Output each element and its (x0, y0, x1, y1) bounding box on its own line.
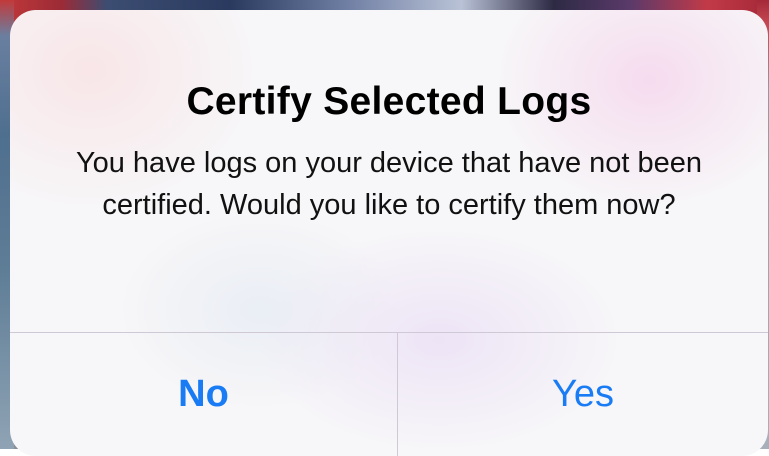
yes-button[interactable]: Yes (398, 333, 768, 456)
alert-content: Certify Selected Logs You have logs on y… (10, 10, 768, 332)
alert-title: Certify Selected Logs (186, 80, 592, 123)
certify-logs-alert: Certify Selected Logs You have logs on y… (10, 10, 768, 456)
no-button[interactable]: No (10, 333, 397, 456)
alert-message: You have logs on your device that have n… (75, 147, 703, 221)
